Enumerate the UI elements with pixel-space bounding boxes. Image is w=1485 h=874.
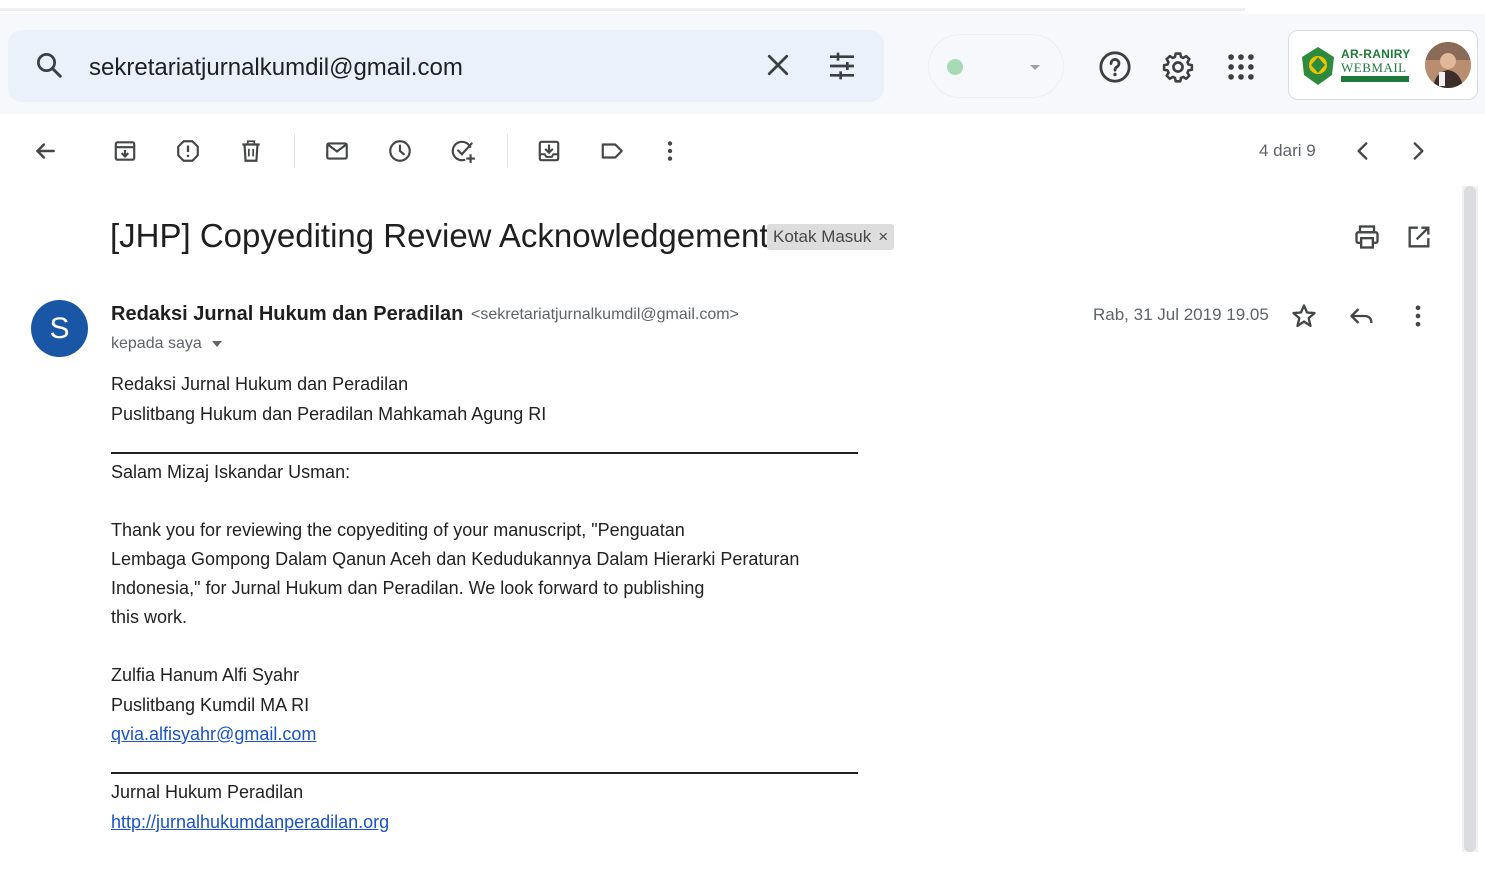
email-subject: [JHP] Copyediting Review Acknowledgement [110, 217, 769, 254]
arrow-back-icon[interactable] [32, 138, 58, 164]
chevron-left-icon[interactable] [1350, 138, 1376, 164]
settings-icon[interactable] [1161, 50, 1195, 84]
tune-icon[interactable] [826, 50, 858, 82]
university-logo [1302, 47, 1334, 85]
toolbar-divider [294, 134, 295, 168]
print-icon[interactable] [1353, 223, 1381, 251]
reply-icon[interactable] [1348, 302, 1376, 330]
dropdown-arrow-icon[interactable] [211, 340, 222, 347]
scrollbar[interactable] [1462, 186, 1478, 852]
body-greeting: Salam Mizaj Iskandar Usman: [111, 462, 351, 482]
footer-url-link[interactable]: http://jurnalhukumdanperadilan.org [111, 812, 389, 833]
body-header-line2: Puslitbang Hukum dan Peradilan Mahkamah … [111, 404, 547, 424]
label-text: Kotak Masuk [773, 227, 872, 246]
snooze-icon[interactable] [387, 138, 413, 164]
close-icon[interactable] [763, 50, 793, 80]
apps-icon[interactable] [1224, 50, 1258, 84]
chevron-down-icon [1030, 65, 1040, 70]
recipient-text: kepada saya [111, 335, 202, 352]
divider-line [111, 772, 858, 774]
status-dot [947, 59, 963, 75]
archive-icon[interactable] [112, 138, 138, 164]
label-icon[interactable] [599, 138, 625, 164]
brand-line1: AR-RANIRY [1341, 47, 1411, 61]
add-task-icon[interactable] [450, 138, 476, 164]
sender-name[interactable]: Redaksi Jurnal Hukum dan Peradilan [111, 303, 463, 326]
search-bar[interactable]: sekretariatjurnalkumdil@gmail.com [8, 30, 884, 102]
signature-email-link[interactable]: qvia.alfisyahr@gmail.com [111, 724, 316, 745]
footer-name: Jurnal Hukum Peradilan [111, 782, 304, 802]
account-brand[interactable]: AR-RANIRY WEBMAIL [1288, 30, 1478, 100]
delete-icon[interactable] [238, 138, 264, 164]
profile-avatar[interactable] [1425, 42, 1471, 88]
window-top-line [0, 8, 1245, 11]
mark-unread-icon[interactable] [324, 138, 350, 164]
body-paragraph-line: Lembaga Gompong Dalam Qanun Aceh dan Ked… [111, 549, 800, 569]
body-header-line1: Redaksi Jurnal Hukum dan Peradilan [111, 374, 409, 394]
status-selector[interactable] [928, 34, 1064, 98]
more-vert-icon[interactable] [1404, 302, 1432, 330]
signature-name: Zulfia Hanum Alfi Syahr [111, 665, 300, 685]
body-paragraph-line: Thank you for reviewing the copyediting … [111, 520, 685, 540]
body-paragraph-line: this work. [111, 607, 188, 627]
move-to-icon[interactable] [536, 138, 562, 164]
report-spam-icon[interactable] [175, 138, 201, 164]
toolbar-divider [507, 134, 508, 168]
search-icon[interactable] [34, 50, 64, 80]
star-icon[interactable] [1290, 302, 1318, 330]
pagination-text: 4 dari 9 [1259, 141, 1316, 160]
body-paragraph-line: Indonesia," for Jurnal Hukum dan Peradil… [111, 578, 705, 598]
brand-bar [1341, 76, 1409, 82]
inbox-label-chip[interactable]: Kotak Masuk × [767, 224, 895, 250]
signature-org: Puslitbang Kumdil MA RI [111, 695, 310, 715]
scrollbar-thumb[interactable] [1464, 186, 1476, 852]
open-in-new-icon[interactable] [1405, 223, 1433, 251]
search-input[interactable]: sekretariatjurnalkumdil@gmail.com [89, 54, 463, 82]
sender-email: <sekretariatjurnalkumdil@gmail.com> [471, 306, 739, 323]
chevron-right-icon[interactable] [1405, 138, 1431, 164]
divider-line [111, 452, 858, 454]
help-icon[interactable] [1098, 50, 1132, 84]
remove-label-button[interactable]: × [878, 227, 888, 246]
recipient-toggle[interactable]: kepada saya [111, 335, 222, 353]
more-vert-icon[interactable] [657, 138, 683, 164]
email-date: Rab, 31 Jul 2019 19.05 [1093, 305, 1269, 324]
brand-line2: WEBMAIL [1341, 60, 1407, 75]
sender-avatar[interactable]: S [31, 300, 88, 357]
